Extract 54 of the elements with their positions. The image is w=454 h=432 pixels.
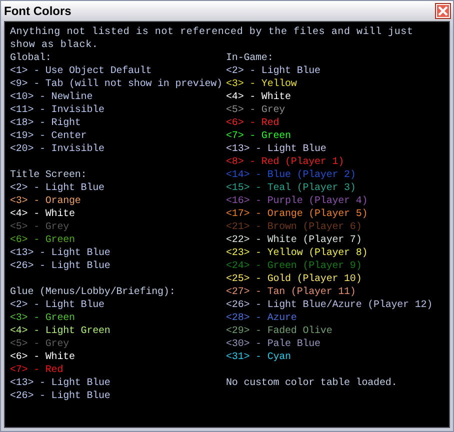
color-entry: <6> - Red [226,117,280,130]
color-entry: <4> - White [10,208,76,221]
color-entry: <21> - Brown (Player 6) [226,221,363,234]
color-entry: <5> - Grey [10,221,70,234]
color-entry: <10> - Newline [10,91,94,104]
color-entry: <20> - Invisible [10,143,106,156]
color-entry: <11> - Invisible [10,104,106,117]
color-entry: <13> - Light Blue [226,143,328,156]
color-entry: <5> - Grey [226,104,286,117]
intro-text: Anything not listed is not referenced by the files and will just show as black. [10,26,414,52]
color-entry: <25> - Gold (Player 10) [226,273,363,286]
color-entry: <17> - Orange (Player 5) [226,208,369,221]
color-entry: <15> - Teal (Player 3) [226,182,357,195]
color-entry: <5> - Grey [10,338,70,351]
color-entry: <14> - Blue (Player 2) [226,169,357,182]
color-entry: <2> - Light Blue [226,65,322,78]
color-entry: <8> - Red (Player 1) [226,156,346,169]
color-entry: <28> - Azure [226,312,298,325]
color-entry: <9> - Tab (will not show in preview) [10,78,224,91]
color-entry: <22> - White (Player 7) [226,234,363,247]
color-entry: <31> - Cyan [226,351,292,364]
color-entry: <4> - White [226,91,292,104]
color-entry: <3> - Yellow [226,78,298,91]
section-heading: Title Screen: [10,169,88,182]
color-entry: <24> - Green (Player 9) [226,260,363,273]
status-note: No custom color table loaded. [226,377,398,390]
section-heading: Global: [10,52,52,65]
color-entry: <3> - Green [10,312,76,325]
color-entry: <26> - Light Blue [10,260,112,273]
color-entry: <6> - Green [10,234,76,247]
color-entry: <27> - Tan (Player 11) [226,286,357,299]
window-title: Font Colors [4,4,72,18]
color-entry: <18> - Right [10,117,82,130]
section-heading: In-Game: [226,52,274,65]
color-entry: <6> - White [10,351,76,364]
color-entry: <3> - Orange [10,195,82,208]
color-entry: <13> - Light Blue [10,247,112,260]
color-entry: <19> - Center [10,130,88,143]
color-entry: <4> - Light Green [10,325,112,338]
color-entry: <7> - Red [10,364,64,377]
color-entry: <7> - Green [226,130,292,143]
color-entry: <26> - Light Blue/Azure (Player 12) [226,299,434,312]
color-entry: <2> - Light Blue [10,182,106,195]
close-button[interactable] [436,4,450,18]
color-entry: <1> - Use Object Default [10,65,153,78]
color-entry: <2> - Light Blue [10,299,106,312]
color-entry: <29> - Faded Olive [226,325,334,338]
color-entry: <16> - Purple (Player 4) [226,195,369,208]
section-heading: Glue (Menus/Lobby/Briefing): [10,286,176,299]
close-icon [438,6,448,16]
color-entry: <30> - Pale Blue [226,338,322,351]
color-entry: <23> - Yellow (Player 8) [226,247,369,260]
color-entry: <13> - Light Blue [10,377,112,390]
color-entry: <26> - Light Blue [10,390,112,403]
